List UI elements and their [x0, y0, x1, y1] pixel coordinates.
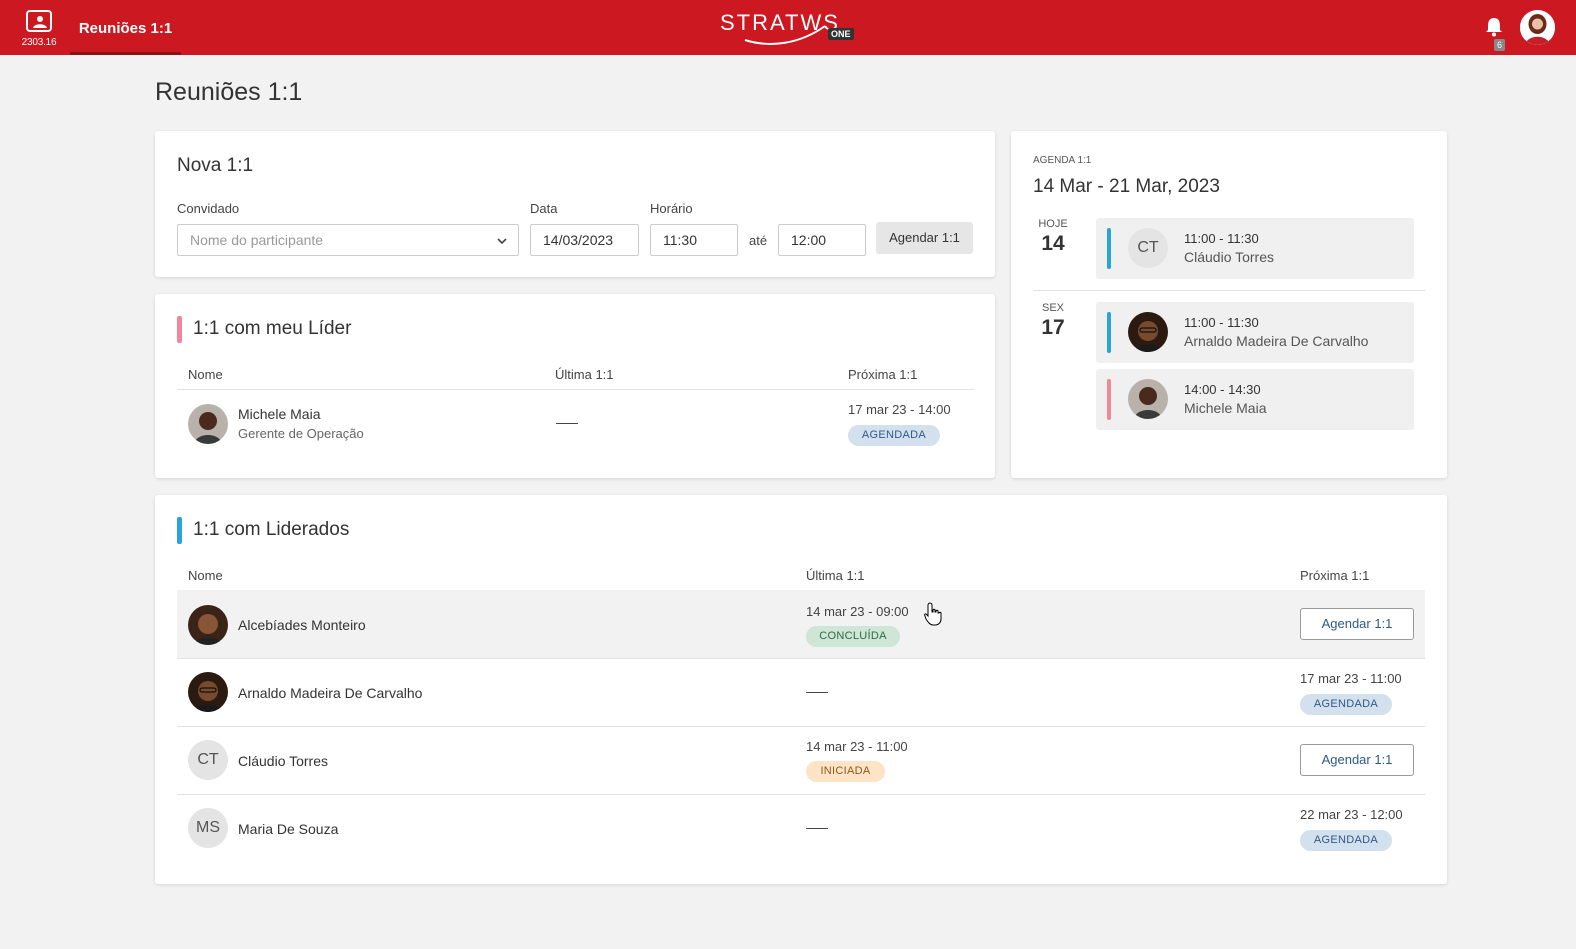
col-header-next: Próxima 1:1 [848, 367, 918, 382]
stratws-logo: STRATWS ONE [720, 8, 860, 46]
notification-count-badge: 6 [1494, 39, 1506, 51]
avatar [188, 605, 228, 645]
led-meetings-card: 1:1 com Liderados Nome Última 1:1 Próxim… [155, 495, 1447, 884]
date-label: Data [530, 201, 558, 216]
day-number: 17 [1041, 316, 1065, 339]
person-name: Arnaldo Madeira De Carvalho [238, 685, 423, 701]
avatar [188, 404, 228, 444]
new-meeting-card: Nova 1:1 Convidado Nome do participante … [155, 131, 995, 277]
contact-card-icon [26, 10, 52, 32]
day-number: 14 [1041, 232, 1065, 255]
status-badge: AGENDADA [848, 425, 940, 446]
last-meeting-datetime: 14 mar 23 - 09:00 [806, 604, 909, 619]
person-name: Alcebíades Monteiro [238, 617, 366, 633]
avatar [188, 672, 228, 712]
avatar: MS [188, 808, 228, 848]
no-last-meeting-dash [806, 692, 828, 693]
agenda-item[interactable]: 14:00 - 14:30 Michele Maia [1096, 369, 1414, 430]
guest-placeholder: Nome do participante [190, 232, 324, 248]
agenda-person: Cláudio Torres [1184, 249, 1275, 265]
user-avatar[interactable] [1520, 10, 1555, 45]
last-meeting-datetime: 14 mar 23 - 11:00 [806, 739, 908, 754]
schedule-button[interactable]: Agendar 1:1 [1300, 744, 1414, 776]
next-meeting-datetime: 17 mar 23 - 11:00 [1300, 671, 1402, 686]
time-label: Horário [650, 201, 693, 216]
next-meeting-datetime: 22 mar 23 - 12:00 [1300, 807, 1403, 822]
led-accent-bar [177, 517, 182, 544]
agenda-color-bar [1107, 312, 1111, 353]
agenda-color-bar [1107, 379, 1111, 420]
guest-select[interactable]: Nome do participante [177, 224, 519, 256]
col-header-last: Última 1:1 [806, 568, 865, 583]
agenda-item[interactable]: 11:00 - 11:30 Arnaldo Madeira De Carvalh… [1096, 302, 1414, 363]
agenda-range: 14 Mar - 21 Mar, 2023 [1033, 176, 1220, 197]
person-name: Maria De Souza [238, 821, 339, 837]
end-time-input[interactable]: 12:00 [778, 224, 866, 256]
leader-section-title: 1:1 com meu Líder [177, 316, 351, 343]
status-badge: INICIADA [806, 761, 885, 782]
day-name: SEX [1041, 302, 1064, 314]
col-header-next: Próxima 1:1 [1300, 568, 1370, 583]
agenda-time: 11:00 - 11:30 [1184, 231, 1259, 246]
table-divider [177, 389, 974, 390]
chevron-down-icon [497, 238, 507, 245]
leader-accent-bar [177, 316, 182, 343]
active-tab-indicator [70, 52, 181, 55]
no-last-meeting-dash [806, 828, 828, 829]
row-divider [177, 726, 1425, 727]
person-role: Gerente de Operação [238, 426, 364, 441]
agenda-item[interactable]: CT 11:00 - 11:30 Cláudio Torres [1096, 218, 1414, 279]
avatar: CT [1128, 228, 1168, 268]
status-badge: AGENDADA [1300, 694, 1392, 715]
hand-cursor-icon [924, 602, 942, 631]
schedule-button[interactable]: Agendar 1:1 [876, 222, 973, 254]
page-title: Reuniões 1:1 [155, 78, 303, 106]
row-divider [177, 658, 1425, 659]
date-input[interactable]: 14/03/2023 [530, 224, 639, 256]
app-version: 2303.16 [21, 37, 57, 48]
agenda-color-bar [1107, 228, 1111, 269]
avatar [1128, 379, 1168, 419]
status-badge: CONCLUÍDA [806, 626, 900, 647]
next-meeting-datetime: 17 mar 23 - 14:00 [848, 402, 951, 417]
row-divider [177, 794, 1425, 795]
person-name: Cláudio Torres [238, 753, 329, 769]
col-header-last: Última 1:1 [555, 367, 614, 382]
avatar: CT [188, 740, 228, 780]
app-launcher-button[interactable]: 2303.16 [14, 6, 64, 50]
person-name: Michele Maia [238, 406, 321, 422]
day-divider [1033, 290, 1425, 291]
agenda-label: AGENDA 1:1 [1033, 155, 1092, 166]
new-meeting-title: Nova 1:1 [177, 155, 254, 176]
status-badge: AGENDADA [1300, 830, 1392, 851]
top-bar: 2303.16 Reuniões 1:1 STRATWS ONE 6 [0, 0, 1576, 55]
day-name: HOJE [1038, 218, 1068, 230]
agenda-time: 11:00 - 11:30 [1184, 315, 1259, 330]
agenda-person: Arnaldo Madeira De Carvalho [1184, 333, 1369, 349]
avatar [1128, 312, 1168, 352]
tab-reunioes[interactable]: Reuniões 1:1 [70, 0, 181, 55]
notification-bell-icon[interactable] [1484, 16, 1504, 38]
until-label: até [749, 233, 768, 248]
leader-meetings-card: 1:1 com meu Líder Nome Última 1:1 Próxim… [155, 294, 995, 478]
col-header-name: Nome [188, 568, 223, 583]
agenda-card: AGENDA 1:1 14 Mar - 21 Mar, 2023 HOJE 14… [1011, 131, 1447, 478]
agenda-person: Michele Maia [1184, 400, 1267, 416]
no-last-meeting-dash [556, 423, 578, 424]
col-header-name: Nome [188, 367, 223, 382]
led-section-title: 1:1 com Liderados [177, 517, 349, 544]
agenda-time: 14:00 - 14:30 [1184, 382, 1261, 397]
start-time-input[interactable]: 11:30 [650, 224, 738, 256]
guest-label: Convidado [177, 201, 240, 216]
tab-reunioes-label: Reuniões 1:1 [78, 20, 173, 37]
schedule-button[interactable]: Agendar 1:1 [1300, 608, 1414, 640]
